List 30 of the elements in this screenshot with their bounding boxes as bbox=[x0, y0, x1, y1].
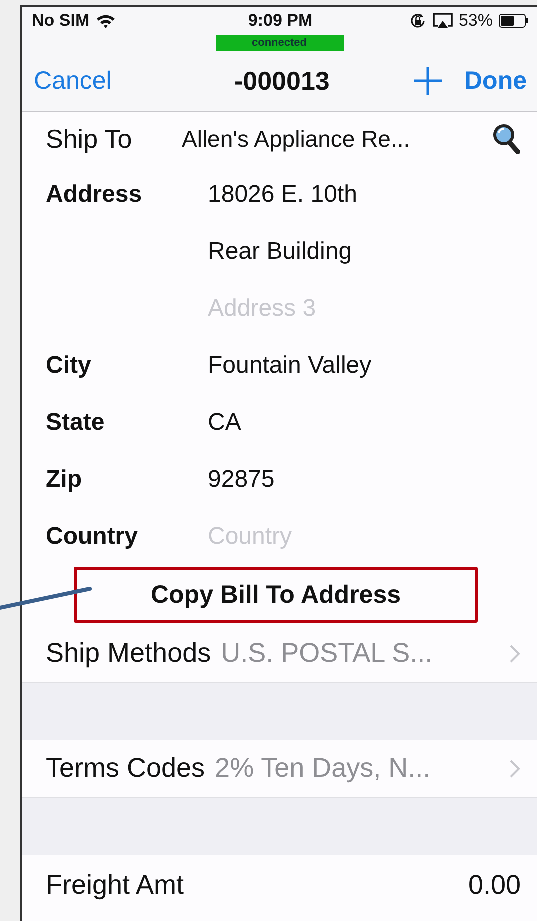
battery-icon bbox=[499, 14, 529, 28]
field-value[interactable]: Allen's Appliance Re... bbox=[182, 126, 493, 152]
search-icon[interactable] bbox=[493, 124, 521, 154]
field-label: Ship To bbox=[46, 124, 134, 154]
field-label: Terms Codes bbox=[46, 753, 206, 784]
wifi-icon bbox=[96, 14, 116, 28]
field-label: Address bbox=[46, 180, 144, 208]
field-label: State bbox=[46, 408, 106, 436]
field-value[interactable]: Fountain Valley bbox=[208, 352, 372, 380]
done-button[interactable]: Done bbox=[464, 66, 527, 96]
airplay-icon bbox=[432, 13, 453, 29]
field-label: Freight Amt bbox=[46, 870, 184, 900]
connection-badge: connected bbox=[216, 35, 344, 51]
field-value[interactable]: Rear Building bbox=[208, 238, 352, 266]
amount-value[interactable]: 0.00 bbox=[468, 870, 521, 900]
field-label: Country bbox=[46, 522, 139, 550]
field-label: City bbox=[46, 352, 92, 380]
field-value[interactable]: 18026 E. 10th bbox=[208, 180, 358, 208]
field-value[interactable]: 92875 bbox=[208, 466, 275, 494]
rotation-lock-icon bbox=[408, 12, 427, 30]
battery-percent: 53% bbox=[458, 11, 493, 31]
copy-address-button[interactable]: Copy Bill To Address bbox=[74, 567, 478, 623]
carrier-label: No SIM bbox=[32, 11, 90, 31]
status-time: 9:09 PM bbox=[248, 11, 313, 31]
field-label: Ship Methods bbox=[46, 638, 212, 669]
plus-icon[interactable] bbox=[412, 66, 442, 96]
cancel-button[interactable]: Cancel bbox=[34, 66, 112, 96]
field-label: Zip bbox=[46, 466, 83, 494]
nav-title: -000013 bbox=[234, 66, 330, 96]
field-value[interactable]: CA bbox=[208, 408, 242, 436]
